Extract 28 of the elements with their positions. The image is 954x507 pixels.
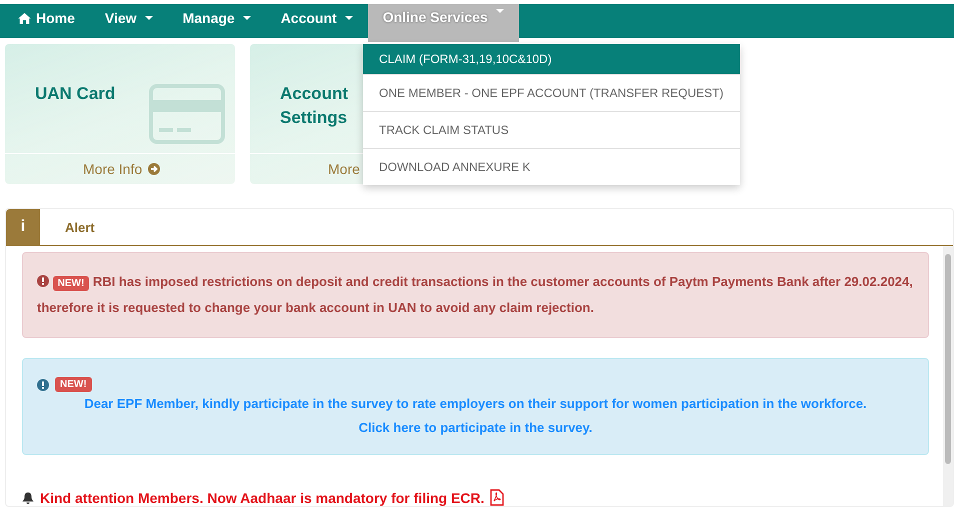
caret-icon <box>344 16 353 20</box>
caret-icon <box>144 16 153 20</box>
bell-icon <box>22 492 34 504</box>
new-badge: NEW! <box>55 377 92 392</box>
home-icon <box>18 12 31 24</box>
dropdown-item[interactable]: TRACK CLAIM STATUS <box>363 111 740 148</box>
dropdown-item[interactable]: CLAIM (FORM-31,19,10C&10D) <box>363 44 740 74</box>
scrollbar-thumb[interactable] <box>945 254 951 464</box>
caret-icon <box>242 16 251 20</box>
exclamation-icon <box>37 378 49 390</box>
exclamation-icon <box>37 275 49 287</box>
alert-text: NEW! RBI has imposed restrictions on deposit and credit transactions in the customer accounts of Paytm Payments Bank after 29.02.2024, therefore it is requested to change your bank account in UAN to avoid any claim rejection. <box>37 273 914 317</box>
info-icon: i <box>6 209 40 245</box>
nav-menu-item[interactable]: Manage <box>168 4 266 32</box>
card-title: UAN Card <box>35 83 116 105</box>
nav-menu-item[interactable]: View <box>90 4 168 32</box>
more-info-link[interactable]: More Info <box>5 153 235 184</box>
dropdown-item[interactable]: ONE MEMBER - ONE EPF ACCOUNT (TRANSFER REQUEST) <box>363 74 740 111</box>
pdf-file-icon[interactable] <box>490 489 504 506</box>
notice-text: Kind attention Members. Now Aadhaar is mandatory for filing ECR. <box>40 490 484 506</box>
dropdown-item[interactable]: DOWNLOAD ANNEXURE K <box>363 148 740 185</box>
survey-text: Dear EPF Member, kindly participate in the survey to rate employers on their support for women participation in the workforce. <box>83 395 868 413</box>
nav-menu-item[interactable]: Home <box>3 4 90 32</box>
caret-icon <box>496 9 504 13</box>
survey-link[interactable]: Click here to participate in the survey. <box>37 416 914 440</box>
nav-menu-item[interactable]: Account <box>266 4 368 32</box>
panel-title: Alert <box>65 220 95 234</box>
card-title: Account Settings <box>280 83 349 129</box>
